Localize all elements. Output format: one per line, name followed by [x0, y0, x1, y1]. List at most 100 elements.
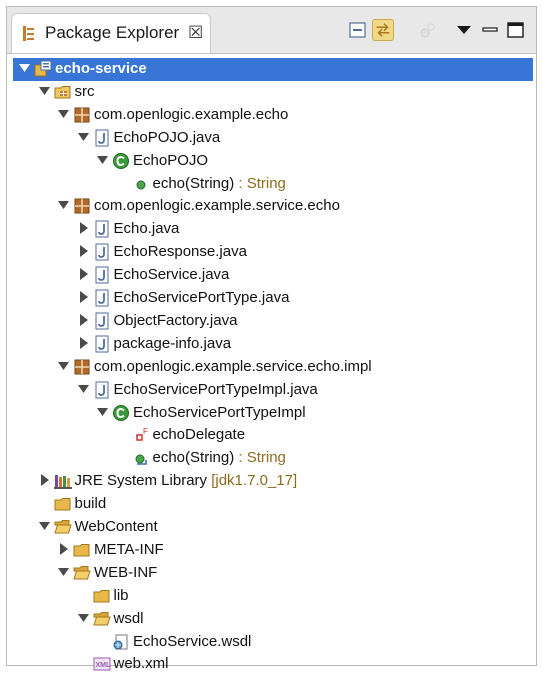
tree-item-label: EchoPOJO.java — [114, 129, 221, 146]
java-file-icon — [93, 335, 111, 353]
expanded-chevron-icon[interactable] — [38, 519, 51, 533]
expanded-chevron-icon[interactable] — [97, 405, 109, 419]
tree-item[interactable]: WebContent — [7, 516, 536, 539]
tree-item-label: com.openlogic.example.echo — [94, 106, 288, 123]
tree-item-label: build — [75, 495, 107, 512]
tree-item[interactable]: wsdl — [7, 608, 536, 631]
tree-item[interactable]: WEB-INF — [7, 562, 536, 585]
item-name: Echo.java — [113, 220, 180, 238]
expanded-chevron-icon[interactable] — [58, 359, 70, 373]
xml-file-icon: XML — [93, 655, 111, 673]
item-name: EchoServicePortTypeImpl.java — [113, 380, 318, 398]
tree-item[interactable]: echo-service — [13, 58, 533, 81]
tree-item-label: echo(String) : String — [153, 449, 286, 466]
expanded-chevron-icon[interactable] — [77, 611, 90, 625]
svg-text:XML: XML — [95, 662, 111, 669]
tab-package-explorer[interactable]: Package Explorer ☒ — [11, 13, 211, 53]
collapse-all-icon[interactable] — [347, 19, 369, 41]
tree-item-label: EchoPOJO — [133, 152, 208, 169]
java-file-icon — [93, 289, 111, 307]
tree-item-label: echoDelegate — [153, 426, 246, 443]
tree-item-label: EchoService.java — [114, 266, 230, 283]
tree-item-label: EchoService.wsdl — [133, 633, 251, 650]
link-with-editor-icon[interactable] — [372, 19, 394, 41]
tree-item-label: com.openlogic.example.service.echo.impl — [94, 358, 372, 375]
collapsed-chevron-icon[interactable] — [78, 221, 90, 235]
item-name: echo(String) — [152, 449, 235, 467]
tree-item[interactable]: JRE System Library [jdk1.7.0_17] — [7, 470, 536, 493]
override-method-icon — [132, 449, 150, 467]
package-explorer-icon — [23, 26, 34, 41]
item-name: wsdl — [113, 609, 144, 627]
item-decoration: [jdk1.7.0_17] — [207, 472, 298, 490]
tree-item[interactable]: build — [7, 493, 536, 516]
collapsed-chevron-icon[interactable] — [78, 313, 90, 327]
tree-item[interactable]: com.openlogic.example.echo — [7, 104, 536, 127]
view-titlebar: Package Explorer ☒ — [7, 7, 536, 54]
close-icon[interactable]: ☒ — [188, 23, 203, 43]
minimize-icon[interactable] — [479, 19, 501, 41]
tree-item[interactable]: EchoService.java — [7, 264, 536, 287]
tree-item[interactable]: com.openlogic.example.service.echo.impl — [7, 356, 536, 379]
tree-item[interactable]: EchoPOJO.java — [7, 127, 536, 150]
item-name: ObjectFactory.java — [113, 311, 238, 329]
view-menu-icon[interactable] — [453, 19, 475, 41]
item-name: com.openlogic.example.service.echo.impl — [94, 357, 372, 375]
tree-item-label: WEB-INF — [94, 564, 157, 581]
expanded-chevron-icon[interactable] — [58, 107, 70, 121]
tree-item[interactable]: echo(String) : String — [7, 173, 536, 196]
tree-item[interactable]: EchoService.wsdl — [7, 631, 536, 654]
collapsed-chevron-icon[interactable] — [39, 473, 51, 487]
expanded-chevron-icon[interactable] — [77, 382, 90, 396]
tree-item-label: Echo.java — [114, 220, 180, 237]
tree-item[interactable]: echo(String) : String — [7, 447, 536, 470]
expanded-chevron-icon[interactable] — [77, 130, 90, 144]
tree-item[interactable]: com.openlogic.example.service.echo — [7, 195, 536, 218]
item-name: EchoResponse.java — [113, 243, 247, 261]
tree-item-label: package-info.java — [114, 335, 232, 352]
folder-open-icon — [73, 564, 91, 582]
class-icon — [112, 152, 130, 170]
item-name: package-info.java — [113, 334, 232, 352]
java-file-icon — [93, 312, 111, 330]
collapsed-chevron-icon[interactable] — [58, 542, 70, 556]
expanded-chevron-icon[interactable] — [19, 61, 31, 75]
tree-item[interactable]: EchoPOJO — [7, 150, 536, 173]
java-file-icon — [93, 129, 111, 147]
java-file-icon — [93, 243, 111, 261]
collapsed-chevron-icon[interactable] — [78, 336, 90, 350]
item-name: src — [74, 82, 95, 100]
tree-item[interactable]: lib — [7, 585, 536, 608]
item-name: EchoServicePortTypeImpl — [133, 403, 306, 421]
collapsed-chevron-icon[interactable] — [78, 290, 90, 304]
tree-item-label: ObjectFactory.java — [114, 312, 238, 329]
item-decoration: : String — [234, 449, 286, 467]
tree-item[interactable]: Echo.java — [7, 218, 536, 241]
tree-item-label: lib — [114, 587, 129, 604]
collapsed-chevron-icon[interactable] — [78, 267, 90, 281]
item-name: EchoServicePortType.java — [113, 289, 290, 306]
expanded-chevron-icon[interactable] — [38, 84, 51, 98]
expanded-chevron-icon[interactable] — [97, 153, 109, 167]
tree-item[interactable]: FechoDelegate — [7, 424, 536, 447]
item-name: web.xml — [113, 655, 169, 673]
tree-item[interactable]: EchoServicePortType.java — [7, 287, 536, 310]
tree-item[interactable]: EchoResponse.java — [7, 241, 536, 264]
tree-item[interactable]: EchoServicePortTypeImpl.java — [7, 379, 536, 402]
item-name: JRE System Library — [74, 472, 208, 490]
folder-icon — [54, 495, 72, 513]
package-icon — [73, 358, 91, 376]
expanded-chevron-icon[interactable] — [58, 198, 70, 212]
tree-item[interactable]: META-INF — [7, 539, 536, 562]
tree-item[interactable]: EchoServicePortTypeImpl — [7, 402, 536, 425]
tree-item[interactable]: ObjectFactory.java — [7, 310, 536, 333]
folder-icon — [93, 587, 111, 605]
expanded-chevron-icon[interactable] — [58, 565, 70, 579]
tree-item-label: EchoServicePortTypeImpl.java — [114, 381, 318, 398]
maximize-icon[interactable] — [505, 19, 527, 41]
collapsed-chevron-icon[interactable] — [78, 244, 90, 258]
folder-open-icon — [53, 518, 72, 536]
item-name: WEB-INF — [94, 563, 158, 581]
tree-item[interactable]: package-info.java — [7, 333, 536, 356]
tree-item[interactable]: src — [7, 81, 536, 104]
